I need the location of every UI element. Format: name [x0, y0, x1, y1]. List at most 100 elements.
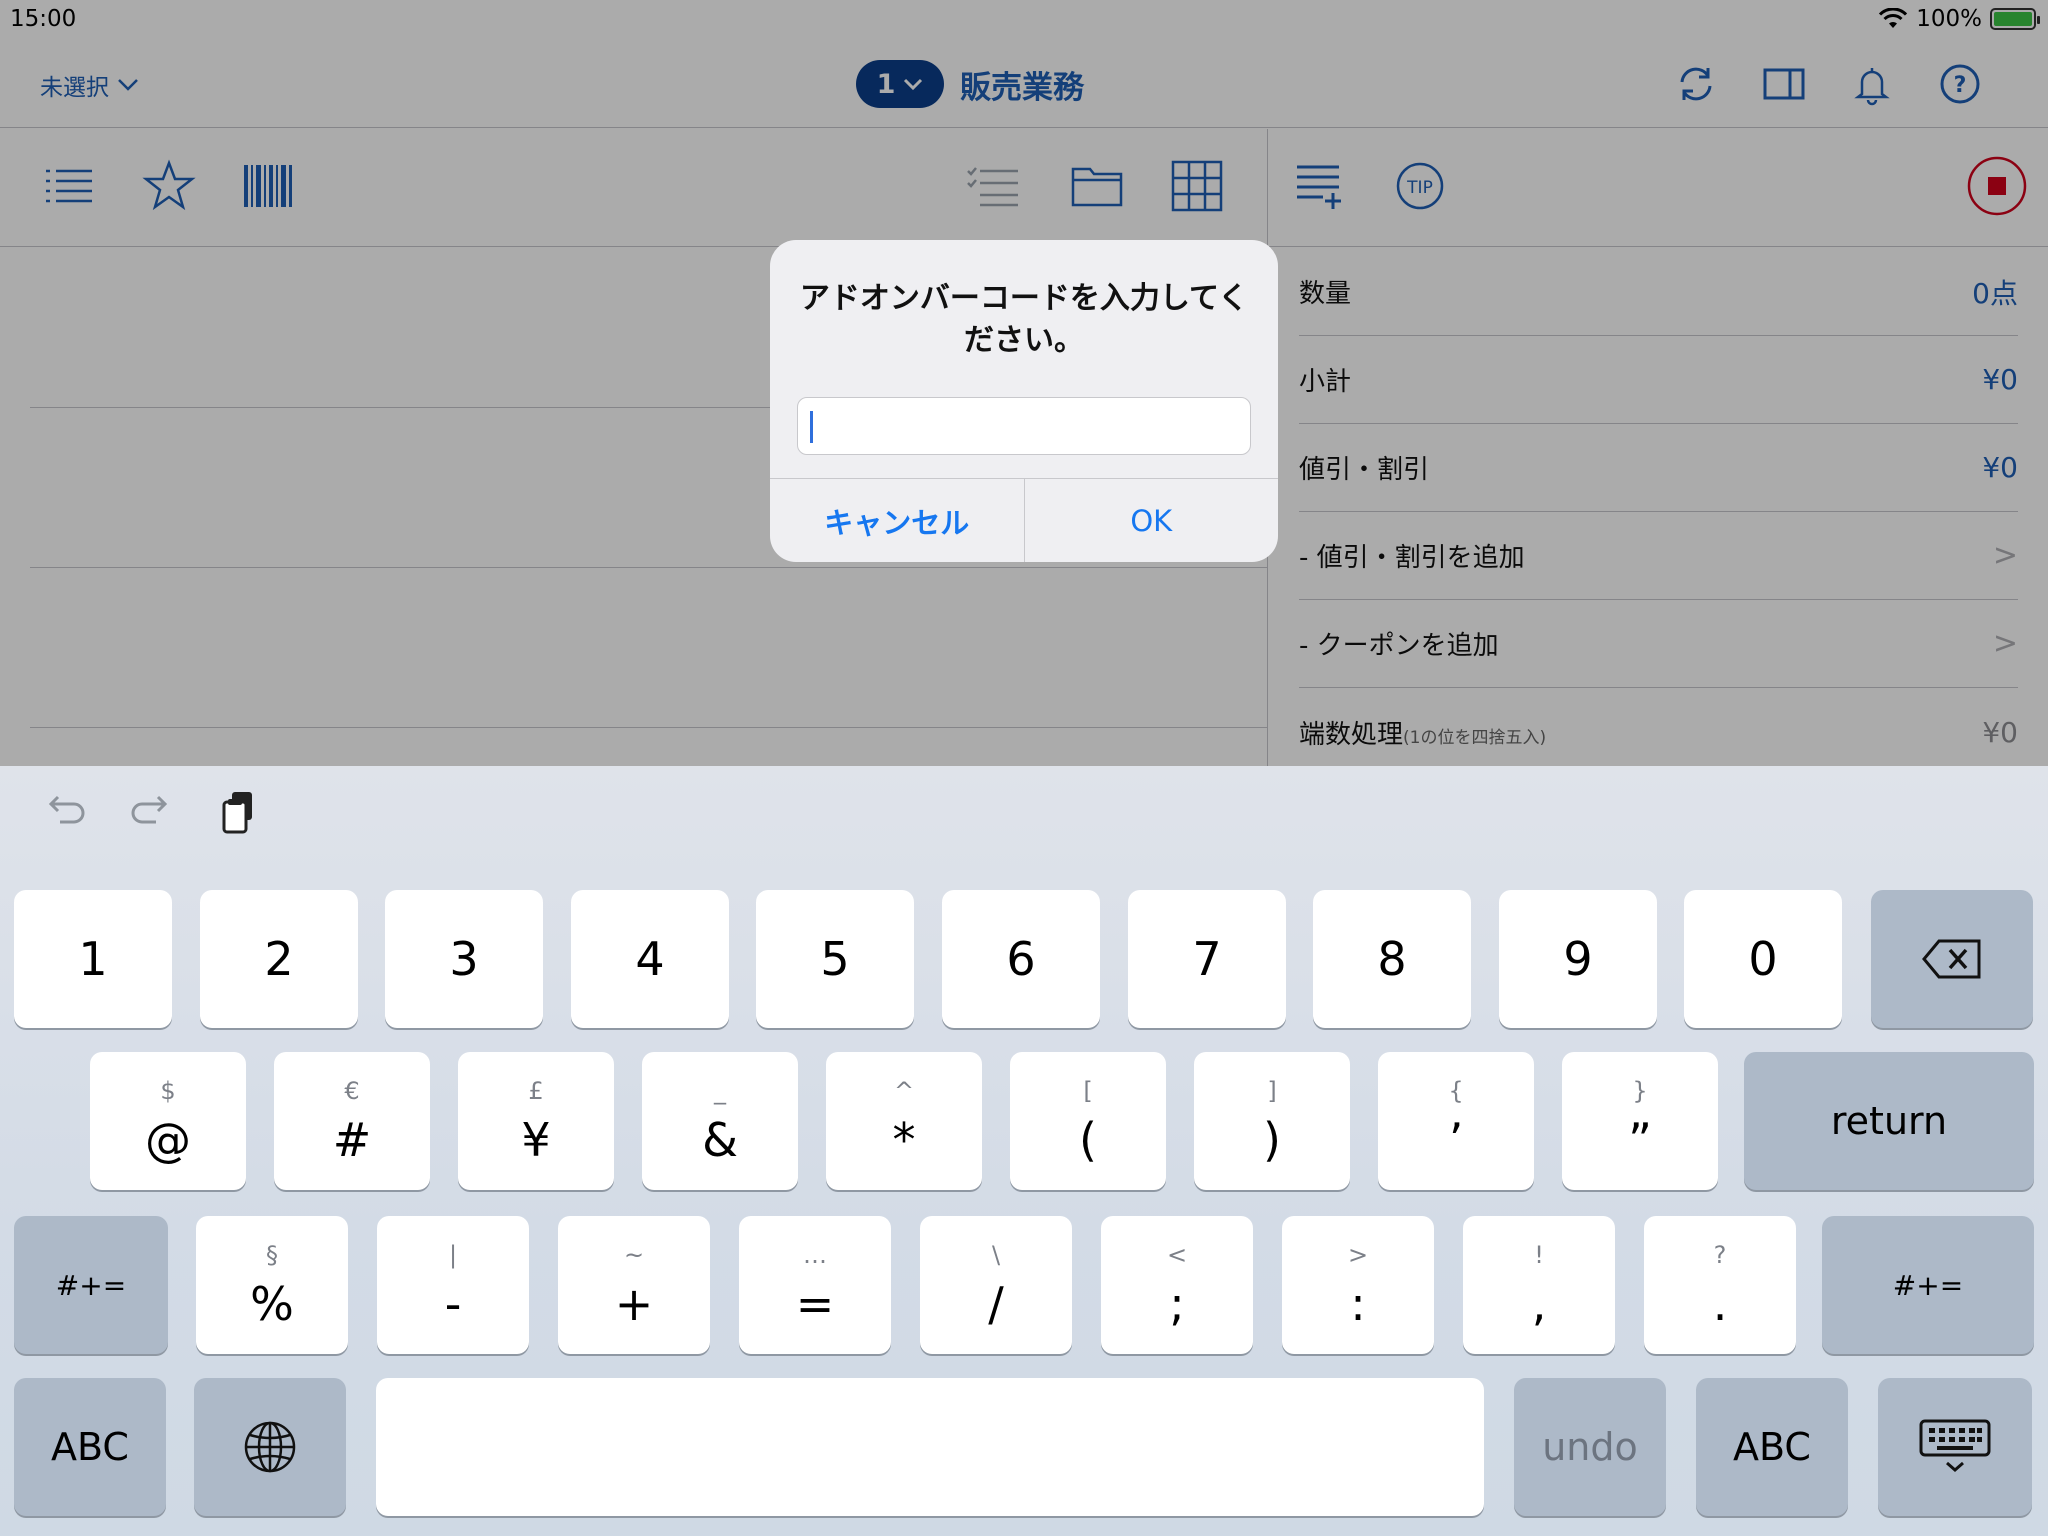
key-apostrophe[interactable]: {’: [1378, 1052, 1534, 1190]
backspace-icon: [1922, 939, 1981, 979]
abc-key-right[interactable]: ABC: [1696, 1378, 1848, 1516]
keyboard-dismiss-icon: [1919, 1419, 1991, 1472]
key-alt-label: >: [1347, 1241, 1369, 1269]
key-label: :: [1350, 1277, 1366, 1331]
key-alt-label: [: [1083, 1077, 1093, 1105]
key-slash[interactable]: \ /: [920, 1216, 1072, 1354]
key-alt-label: §: [266, 1241, 278, 1269]
key-alt-label: _: [714, 1077, 726, 1105]
undo-icon[interactable]: [40, 788, 88, 836]
key-alt-label: $: [160, 1077, 176, 1105]
key-label: =: [795, 1277, 835, 1331]
key-alt-label: €: [344, 1077, 360, 1105]
key-alt-label: £: [528, 1077, 544, 1105]
cancel-button[interactable]: キャンセル: [770, 479, 1025, 562]
key-comma[interactable]: !,: [1463, 1216, 1615, 1354]
key-label: ’: [1448, 1113, 1464, 1167]
key-5[interactable]: 5: [756, 890, 914, 1028]
key-alt-label: …: [803, 1241, 827, 1269]
paste-icon[interactable]: [216, 788, 264, 836]
key-hash[interactable]: € #: [274, 1052, 430, 1190]
symbols-key-right[interactable]: #+=: [1822, 1216, 2034, 1354]
key-label: 2: [264, 932, 294, 986]
key-alt-label: ^: [893, 1077, 915, 1105]
key-4[interactable]: 4: [571, 890, 729, 1028]
key-label: ,: [1531, 1277, 1547, 1331]
key-7[interactable]: 7: [1128, 890, 1286, 1028]
dismiss-keyboard-key[interactable]: [1878, 1378, 2032, 1516]
key-hyphen[interactable]: | -: [377, 1216, 529, 1354]
key-asterisk[interactable]: ^ *: [826, 1052, 982, 1190]
key-quote[interactable]: }”: [1562, 1052, 1718, 1190]
key-label: +: [614, 1277, 654, 1331]
key-label: -: [444, 1277, 462, 1331]
key-1[interactable]: 1: [14, 890, 172, 1028]
key-label: ): [1263, 1113, 1281, 1167]
key-alt-label: !: [1534, 1241, 1544, 1269]
key-label: 1: [78, 932, 108, 986]
key-label: &: [702, 1113, 738, 1167]
key-label: %: [250, 1277, 294, 1331]
keyboard: 1 2 3 4 5 6 7 8 9 0 $ @ € # £ ¥ _ & ^ * [( ])…: [0, 766, 2048, 1536]
alert-actions: キャンセル OK: [770, 478, 1278, 562]
key-label: 4: [635, 932, 665, 986]
key-yen[interactable]: £ ¥: [458, 1052, 614, 1190]
abc-label: ABC: [1733, 1425, 1811, 1469]
abc-label: ABC: [51, 1425, 129, 1469]
space-key[interactable]: [376, 1378, 1484, 1516]
key-alt-label: <: [1166, 1241, 1188, 1269]
key-label: ¥: [521, 1113, 551, 1167]
alert-title: アドオンバーコードを入力してください。: [799, 281, 1249, 358]
addon-barcode-input[interactable]: [797, 397, 1251, 455]
key-percent[interactable]: §%: [196, 1216, 348, 1354]
key-label: 6: [1006, 932, 1036, 986]
ok-button[interactable]: OK: [1025, 479, 1279, 562]
symbols-label: #+=: [1892, 1268, 1964, 1302]
symbols-label: #+=: [55, 1268, 127, 1302]
return-key[interactable]: return: [1744, 1052, 2034, 1190]
key-plus[interactable]: ~ +: [558, 1216, 710, 1354]
key-label: /: [988, 1277, 1004, 1331]
key-label: 9: [1563, 932, 1593, 986]
globe-icon: [244, 1421, 296, 1473]
key-3[interactable]: 3: [385, 890, 543, 1028]
key-ampersand[interactable]: _ &: [642, 1052, 798, 1190]
addon-barcode-alert: アドオンバーコードを入力してください。 キャンセル OK: [770, 240, 1278, 562]
globe-key[interactable]: [194, 1378, 346, 1516]
key-at[interactable]: $ @: [90, 1052, 246, 1190]
key-2[interactable]: 2: [200, 890, 358, 1028]
return-label: return: [1830, 1099, 1948, 1143]
key-semicolon[interactable]: <;: [1101, 1216, 1253, 1354]
key-colon[interactable]: >:: [1282, 1216, 1434, 1354]
key-alt-label: }: [1632, 1077, 1648, 1105]
key-equals[interactable]: … =: [739, 1216, 891, 1354]
delete-key[interactable]: [1871, 890, 2033, 1028]
key-label: (: [1079, 1113, 1097, 1167]
key-6[interactable]: 6: [942, 890, 1100, 1028]
key-alt-label: \: [991, 1241, 1001, 1269]
key-alt-label: {: [1448, 1077, 1464, 1105]
key-close-paren[interactable]: ]): [1194, 1052, 1350, 1190]
key-8[interactable]: 8: [1313, 890, 1471, 1028]
redo-icon[interactable]: [128, 788, 176, 836]
undo-label: undo: [1542, 1425, 1638, 1469]
key-label: 0: [1748, 932, 1778, 986]
key-period[interactable]: ?.: [1644, 1216, 1796, 1354]
symbols-key-left[interactable]: #+=: [14, 1216, 168, 1354]
key-label: 5: [820, 932, 850, 986]
key-label: *: [892, 1113, 916, 1167]
text-caret: [810, 411, 813, 443]
key-alt-label: ?: [1713, 1241, 1727, 1269]
key-label: #: [332, 1113, 372, 1167]
key-alt-label: ~: [623, 1241, 645, 1269]
undo-key[interactable]: undo: [1514, 1378, 1666, 1516]
abc-key-left[interactable]: ABC: [14, 1378, 166, 1516]
key-9[interactable]: 9: [1499, 890, 1657, 1028]
key-label: 7: [1192, 932, 1222, 986]
key-open-paren[interactable]: [(: [1010, 1052, 1166, 1190]
key-label: 3: [449, 932, 479, 986]
key-alt-label: |: [448, 1241, 458, 1269]
key-label: .: [1712, 1277, 1728, 1331]
key-0[interactable]: 0: [1684, 890, 1842, 1028]
key-label: 8: [1377, 932, 1407, 986]
